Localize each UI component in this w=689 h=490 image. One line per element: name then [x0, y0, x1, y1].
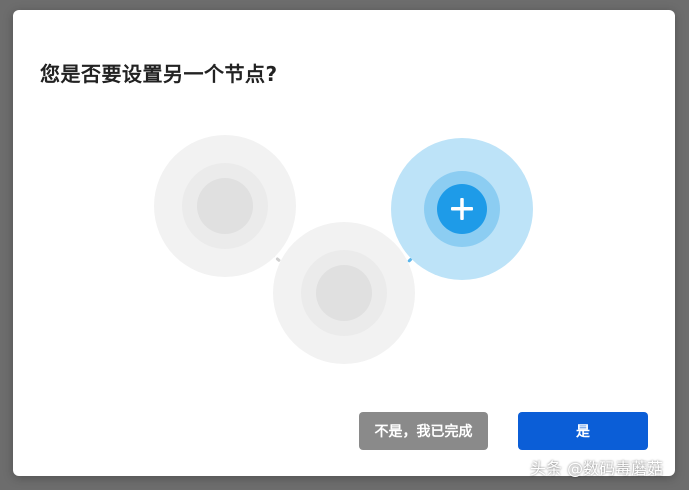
no-done-button[interactable]: 不是，我已完成: [359, 412, 488, 450]
existing-node-2: [273, 222, 415, 364]
setup-node-dialog: 您是否要设置另一个节点? 不是，我已完成 是: [13, 10, 675, 476]
watermark-text: 头条 @数码毒蘑菇: [530, 459, 664, 478]
mesh-node-illustration: [154, 135, 533, 364]
new-node: [391, 138, 533, 280]
yes-button[interactable]: 是: [518, 412, 648, 450]
existing-node-1: [154, 135, 296, 277]
